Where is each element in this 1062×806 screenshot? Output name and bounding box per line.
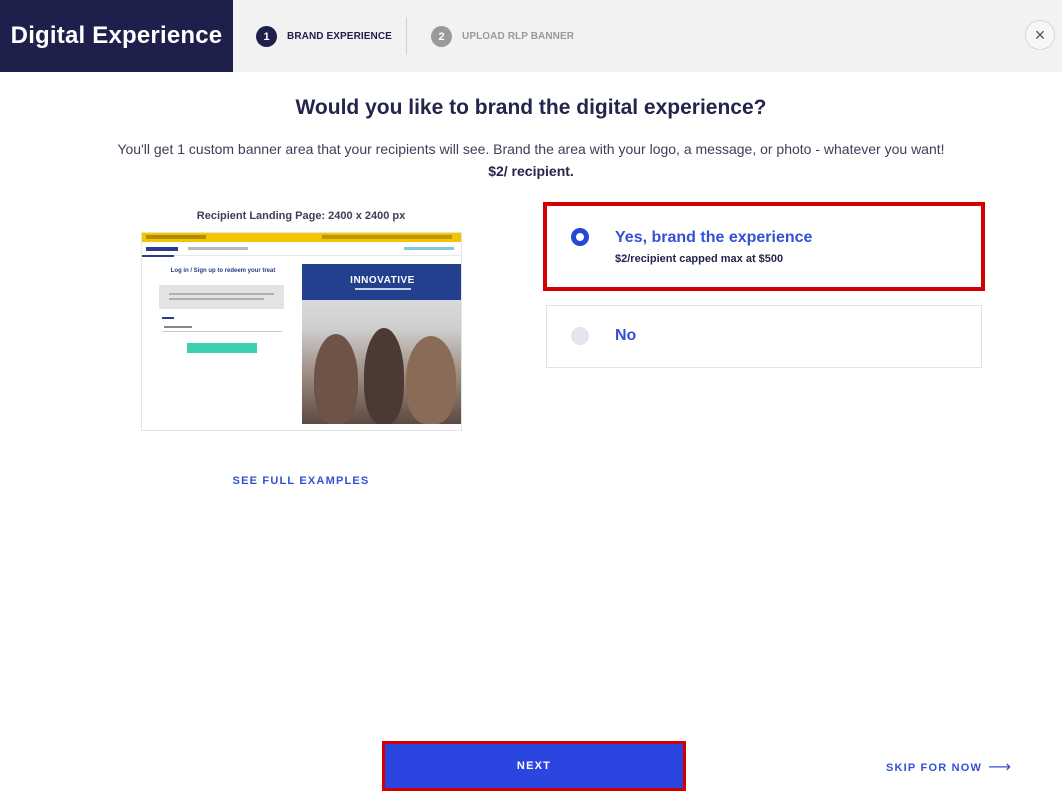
radio-unselected-icon[interactable] — [571, 327, 589, 345]
preview-form-title: Log in / Sign up to redeem your treat — [170, 268, 276, 274]
step-upload-rlp-banner[interactable]: 2 UPLOAD RLP BANNER — [431, 26, 574, 47]
main-heading: Would you like to brand the digital expe… — [295, 96, 767, 119]
step-label-upload-rlp-banner: UPLOAD RLP BANNER — [462, 31, 575, 42]
header-brand-block: Digital Experience — [0, 0, 233, 72]
preview-label: Recipient Landing Page: 2400 x 2400 px — [196, 210, 406, 222]
landing-page-preview-image: Log in / Sign up to redeem your treat IN… — [141, 232, 462, 431]
step-number-1: 1 — [256, 26, 277, 47]
preview-email-label — [162, 317, 174, 319]
preview-nav-underline — [142, 255, 174, 257]
option-no[interactable]: No — [546, 305, 982, 368]
preview-banner-photo: INNOVATIVE — [302, 264, 461, 424]
page-title: Digital Experience — [10, 22, 223, 49]
header-bar: Digital Experience 1 BRAND EXPERIENCE 2 … — [0, 0, 1062, 72]
main-subtitle: You'll get 1 custom banner area that you… — [117, 141, 945, 157]
preview-banner-text: INNOVATIVE — [350, 274, 415, 286]
close-button[interactable]: × — [1025, 20, 1055, 50]
option-yes-title: Yes, brand the experience — [615, 229, 813, 246]
preview-continue-button — [187, 343, 257, 353]
preview-info-box — [159, 285, 284, 309]
arrow-right-icon: ⟶ — [988, 759, 1013, 776]
option-no-title: No — [615, 327, 637, 344]
price-per-recipient: $2/ recipient. — [488, 163, 574, 179]
step-brand-experience[interactable]: 1 BRAND EXPERIENCE — [256, 26, 392, 47]
next-button[interactable]: NEXT — [385, 744, 683, 788]
preview-nav — [142, 242, 461, 256]
step-divider — [406, 17, 407, 55]
skip-for-now-link[interactable]: SKIP FOR NOW ⟶ — [886, 760, 1012, 776]
step-label-brand-experience: BRAND EXPERIENCE — [287, 31, 392, 42]
preview-topbar — [142, 233, 461, 242]
option-yes-brand[interactable]: Yes, brand the experience $2/recipient c… — [546, 205, 982, 288]
see-full-examples-link[interactable]: SEE FULL EXAMPLES — [141, 475, 461, 487]
radio-selected-icon[interactable] — [571, 228, 589, 246]
option-yes-subtitle: $2/recipient capped max at $500 — [615, 253, 784, 265]
preview-email-field — [162, 323, 282, 332]
step-number-2: 2 — [431, 26, 452, 47]
preview-banner-overlay: INNOVATIVE — [302, 264, 461, 300]
skip-label: SKIP FOR NOW — [886, 762, 983, 774]
close-icon: × — [1034, 25, 1046, 45]
